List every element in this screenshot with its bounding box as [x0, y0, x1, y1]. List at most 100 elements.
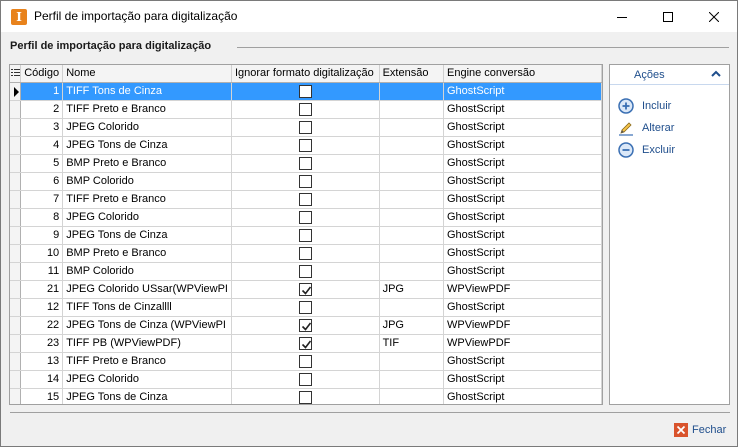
cell-codigo[interactable]: 4 [20, 136, 64, 155]
cell-extensao[interactable] [379, 226, 445, 245]
column-header-extensao[interactable]: Extensão [379, 65, 445, 83]
cell-engine[interactable]: GhostScript [443, 118, 602, 137]
table-row[interactable]: 1 TIFF Tons de Cinza GhostScript [10, 82, 602, 101]
cell-codigo[interactable]: 11 [20, 262, 64, 281]
cell-codigo[interactable]: 21 [20, 280, 64, 299]
ignore-format-checkbox[interactable] [298, 210, 312, 224]
cell-engine[interactable]: GhostScript [443, 244, 602, 263]
cell-engine[interactable]: GhostScript [443, 100, 602, 119]
cell-codigo[interactable]: 9 [20, 226, 64, 245]
ignore-format-checkbox[interactable] [298, 84, 312, 98]
table-row[interactable]: 12 TIFF Tons de Cinzallll GhostScript [10, 298, 602, 317]
row-indicator[interactable] [10, 82, 22, 101]
table-row[interactable]: 11 BMP Colorido GhostScript [10, 262, 602, 281]
maximize-button[interactable] [645, 1, 691, 32]
cell-extensao[interactable] [379, 82, 445, 101]
ignore-format-checkbox[interactable] [298, 318, 312, 332]
cell-codigo[interactable]: 15 [20, 388, 64, 404]
cell-codigo[interactable]: 7 [20, 190, 64, 209]
table-row[interactable]: 13 TIFF Preto e Branco GhostScript [10, 352, 602, 371]
ignore-format-checkbox[interactable] [298, 174, 312, 188]
cell-extensao[interactable] [379, 388, 445, 404]
add-button[interactable]: Incluir [618, 97, 671, 115]
row-indicator[interactable] [10, 334, 22, 353]
cell-nome[interactable]: JPEG Colorido [62, 118, 232, 137]
cell-nome[interactable]: TIFF Preto e Branco [62, 352, 232, 371]
row-indicator[interactable] [10, 244, 22, 263]
cell-extensao[interactable]: TIF [379, 334, 445, 353]
ignore-format-checkbox[interactable] [298, 120, 312, 134]
cell-codigo[interactable]: 22 [20, 316, 64, 335]
edit-button[interactable]: Alterar [618, 119, 674, 137]
cell-nome[interactable]: TIFF Preto e Branco [62, 190, 232, 209]
row-indicator[interactable] [10, 316, 22, 335]
table-row[interactable]: 7 TIFF Preto e Branco GhostScript [10, 190, 602, 209]
cell-nome[interactable]: JPEG Colorido [62, 370, 232, 389]
table-row[interactable]: 10 BMP Preto e Branco GhostScript [10, 244, 602, 263]
cell-nome[interactable]: TIFF Tons de Cinzallll [62, 298, 232, 317]
cell-nome[interactable]: JPEG Tons de Cinza [62, 226, 232, 245]
cell-codigo[interactable]: 10 [20, 244, 64, 263]
row-indicator[interactable] [10, 172, 22, 191]
cell-codigo[interactable]: 12 [20, 298, 64, 317]
row-indicator[interactable] [10, 136, 22, 155]
column-header-engine[interactable]: Engine conversão [443, 65, 602, 83]
cell-engine[interactable]: GhostScript [443, 226, 602, 245]
cell-extensao[interactable] [379, 190, 445, 209]
table-row[interactable]: 15 JPEG Tons de Cinza GhostScript [10, 388, 602, 404]
cell-codigo[interactable]: 8 [20, 208, 64, 227]
close-button[interactable]: Fechar [674, 421, 726, 439]
cell-extensao[interactable] [379, 370, 445, 389]
cell-extensao[interactable]: JPG [379, 316, 445, 335]
column-header-codigo[interactable]: Código [20, 65, 64, 83]
cell-engine[interactable]: GhostScript [443, 136, 602, 155]
cell-codigo[interactable]: 14 [20, 370, 64, 389]
actions-header[interactable]: Ações [610, 65, 729, 85]
cell-engine[interactable]: WPViewPDF [443, 280, 602, 299]
cell-engine[interactable]: GhostScript [443, 208, 602, 227]
cell-codigo[interactable]: 1 [20, 82, 64, 101]
cell-nome[interactable]: BMP Preto e Branco [62, 154, 232, 173]
cell-engine[interactable]: GhostScript [443, 388, 602, 404]
cell-codigo[interactable]: 3 [20, 118, 64, 137]
cell-extensao[interactable] [379, 100, 445, 119]
cell-codigo[interactable]: 13 [20, 352, 64, 371]
column-chooser-button[interactable] [10, 65, 22, 83]
ignore-format-checkbox[interactable] [298, 336, 312, 350]
row-indicator[interactable] [10, 370, 22, 389]
row-indicator[interactable] [10, 154, 22, 173]
ignore-format-checkbox[interactable] [298, 264, 312, 278]
table-row[interactable]: 8 JPEG Colorido GhostScript [10, 208, 602, 227]
title-bar[interactable]: I Perfil de importação para digitalizaçã… [1, 1, 737, 32]
cell-extensao[interactable] [379, 262, 445, 281]
table-row[interactable]: 9 JPEG Tons de Cinza GhostScript [10, 226, 602, 245]
ignore-format-checkbox[interactable] [298, 192, 312, 206]
cell-nome[interactable]: JPEG Colorido [62, 208, 232, 227]
cell-nome[interactable]: TIFF Preto e Branco [62, 100, 232, 119]
cell-engine[interactable]: GhostScript [443, 352, 602, 371]
cell-nome[interactable]: TIFF PB (WPViewPDF) [62, 334, 232, 353]
cell-nome[interactable]: BMP Colorido [62, 262, 232, 281]
table-row[interactable]: 14 JPEG Colorido GhostScript [10, 370, 602, 389]
row-indicator[interactable] [10, 352, 22, 371]
row-indicator[interactable] [10, 190, 22, 209]
ignore-format-checkbox[interactable] [298, 300, 312, 314]
close-window-button[interactable] [691, 1, 737, 32]
cell-extensao[interactable] [379, 352, 445, 371]
row-indicator[interactable] [10, 100, 22, 119]
cell-nome[interactable]: JPEG Colorido USsar(WPViewPI [62, 280, 232, 299]
ignore-format-checkbox[interactable] [298, 282, 312, 296]
cell-engine[interactable]: GhostScript [443, 262, 602, 281]
row-indicator[interactable] [10, 262, 22, 281]
column-header-nome[interactable]: Nome [62, 65, 232, 83]
ignore-format-checkbox[interactable] [298, 138, 312, 152]
ignore-format-checkbox[interactable] [298, 228, 312, 242]
chevron-up-icon[interactable] [710, 69, 722, 79]
cell-engine[interactable]: WPViewPDF [443, 316, 602, 335]
cell-engine[interactable]: GhostScript [443, 190, 602, 209]
cell-engine[interactable]: WPViewPDF [443, 334, 602, 353]
cell-codigo[interactable]: 23 [20, 334, 64, 353]
table-row[interactable]: 6 BMP Colorido GhostScript [10, 172, 602, 191]
cell-codigo[interactable]: 6 [20, 172, 64, 191]
delete-button[interactable]: Excluir [618, 141, 675, 159]
